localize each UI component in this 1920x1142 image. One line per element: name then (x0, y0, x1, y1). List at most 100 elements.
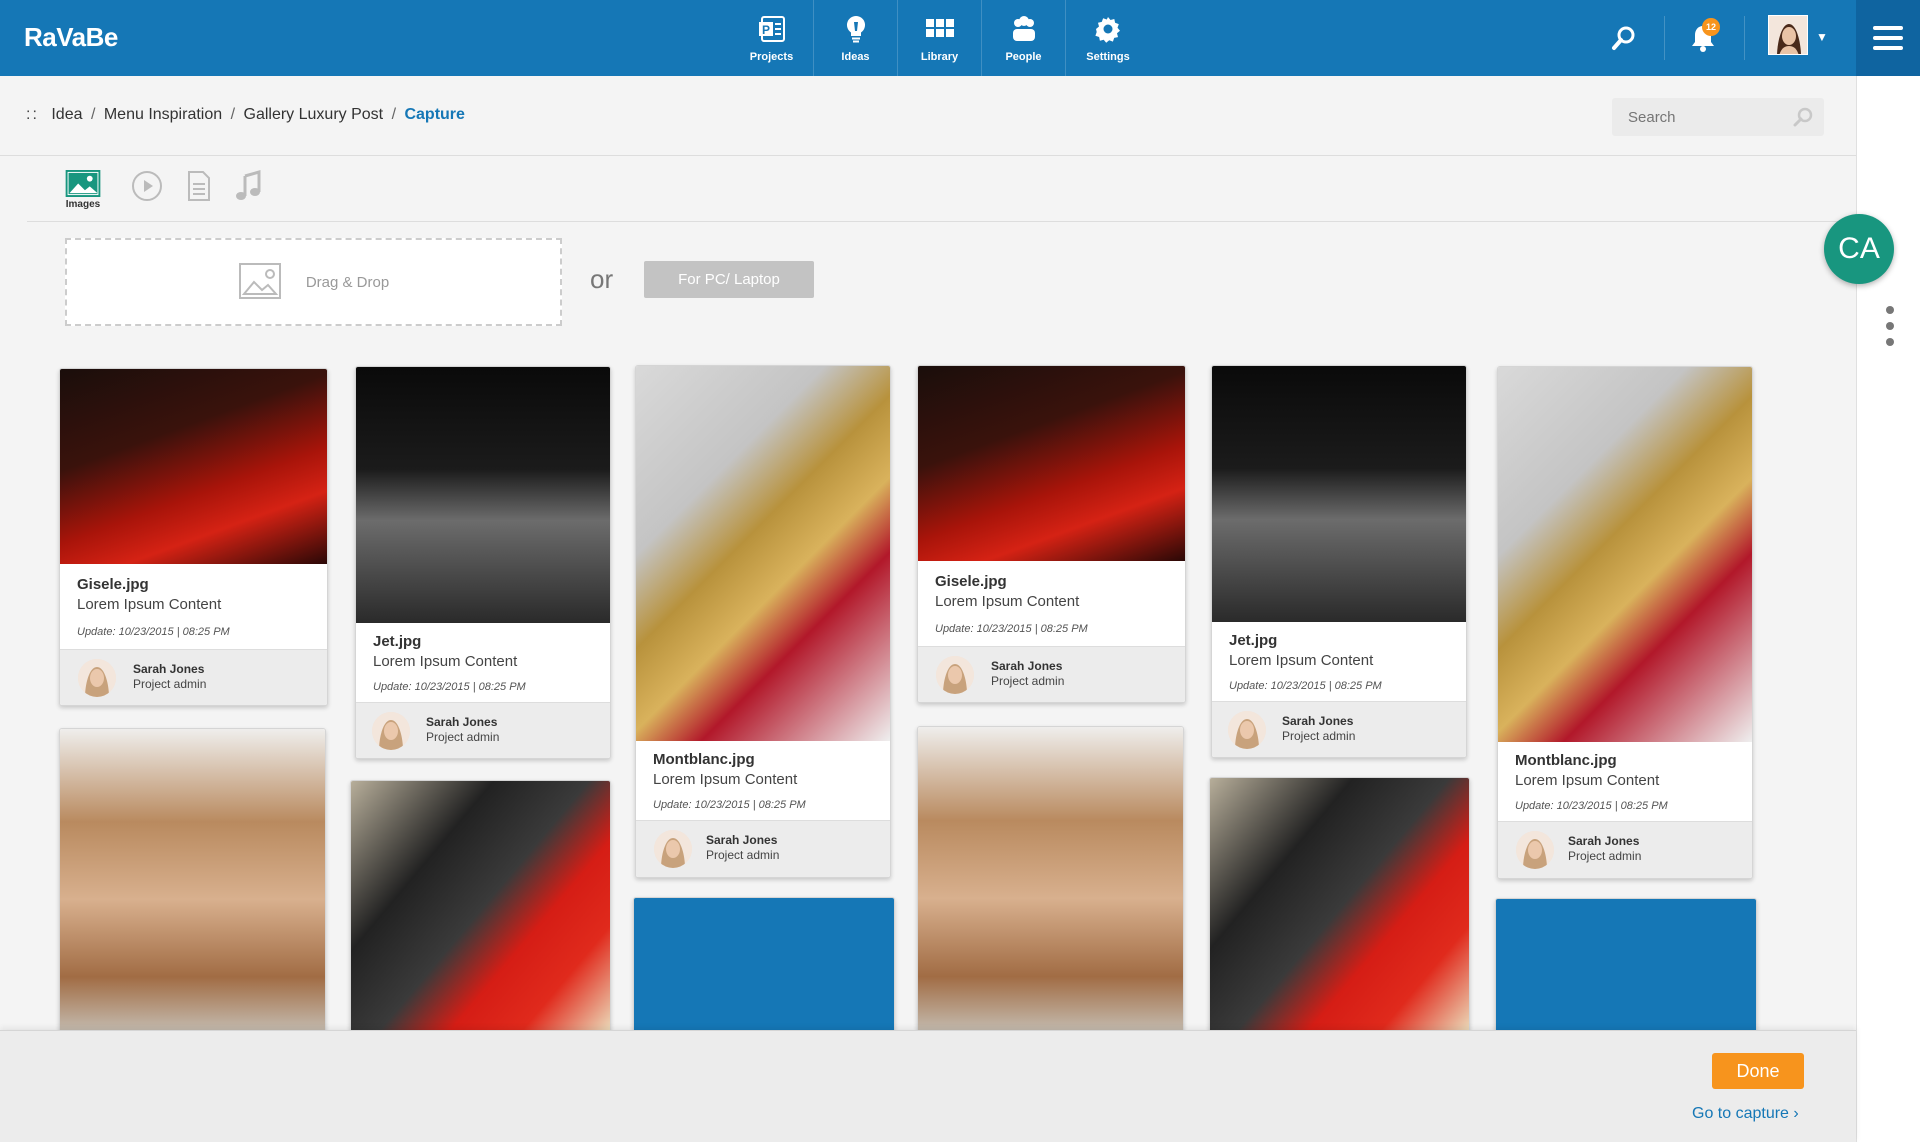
card-image-jet (1212, 366, 1466, 622)
author-avatar (936, 656, 974, 694)
people-icon (1012, 16, 1035, 41)
breadcrumb-item-idea[interactable]: Idea (51, 106, 82, 123)
nav-people[interactable]: People (982, 0, 1066, 76)
tab-documents[interactable] (179, 170, 219, 210)
card-update-time: Update: 10/23/2015 | 08:25 PM (653, 799, 806, 811)
breadcrumb-item-menu-inspiration[interactable]: Menu Inspiration (104, 106, 222, 123)
drag-drop-label: Drag & Drop (305, 273, 390, 291)
author-role: Project admin (1282, 729, 1356, 743)
card-body: Gisele.jpg Lorem Ipsum Content Update: 1… (60, 564, 327, 649)
media-type-tabs: Images (27, 156, 1856, 222)
card-body: Jet.jpg Lorem Ipsum Content Update: 10/2… (356, 623, 610, 702)
card-image-blue (1496, 899, 1756, 1037)
card-title: Montblanc.jpg (653, 751, 755, 768)
upload-from-pc-button[interactable]: For PC/ Laptop (644, 261, 814, 298)
image-card[interactable] (59, 728, 326, 1038)
more-options-icon[interactable] (1883, 306, 1897, 346)
card-image-perfume (918, 366, 1185, 561)
card-footer: Sarah Jones Project admin (1498, 821, 1752, 878)
author-name: Sarah Jones (706, 833, 778, 847)
app-logo[interactable]: RaVaBe (24, 22, 118, 53)
collaborator-avatar[interactable]: CA (1824, 214, 1894, 284)
nav-settings-label: Settings (1086, 51, 1130, 63)
author-role: Project admin (426, 730, 500, 744)
tab-audio[interactable] (229, 170, 269, 210)
top-navigation-bar: RaVaBe P Projects Ideas Library People S… (0, 0, 1920, 76)
done-button[interactable]: Done (1712, 1053, 1804, 1089)
tab-video[interactable] (127, 170, 167, 210)
tab-images[interactable]: Images (63, 170, 103, 210)
card-description: Lorem Ipsum Content (653, 771, 798, 788)
author-role: Project admin (706, 848, 780, 862)
go-to-capture-link[interactable]: Go to capture › (1692, 1105, 1799, 1123)
author-role: Project admin (991, 674, 1065, 688)
breadcrumb-separator: / (391, 106, 397, 123)
image-card[interactable]: Jet.jpg Lorem Ipsum Content Update: 10/2… (1211, 365, 1467, 758)
image-card[interactable] (917, 726, 1184, 1038)
nav-projects-label: Projects (749, 51, 794, 63)
card-image-portrait (60, 729, 325, 1037)
card-image-ferrari (351, 781, 610, 1037)
breadcrumb-bar: :: Idea / Menu Inspiration / Gallery Lux… (0, 76, 1856, 156)
card-image-portrait (918, 727, 1183, 1037)
image-card[interactable] (1209, 777, 1470, 1038)
author-name: Sarah Jones (1282, 714, 1354, 728)
card-description: Lorem Ipsum Content (77, 596, 222, 613)
user-avatar[interactable] (1768, 15, 1808, 55)
card-body: Gisele.jpg Lorem Ipsum Content Update: 1… (918, 561, 1185, 646)
card-update-time: Update: 10/23/2015 | 08:25 PM (1229, 680, 1382, 692)
user-menu-caret-icon[interactable]: ▼ (1816, 30, 1828, 44)
breadcrumb-prefix: :: (26, 106, 39, 123)
image-card[interactable] (633, 897, 895, 1038)
image-card[interactable]: Montblanc.jpg Lorem Ipsum Content Update… (635, 365, 891, 878)
author-name: Sarah Jones (133, 662, 205, 676)
breadcrumb-item-gallery-luxury-post[interactable]: Gallery Luxury Post (244, 106, 384, 123)
image-card[interactable]: Gisele.jpg Lorem Ipsum Content Update: 1… (917, 365, 1186, 703)
card-title: Jet.jpg (373, 633, 422, 650)
image-card[interactable]: Gisele.jpg Lorem Ipsum Content Update: 1… (59, 368, 328, 706)
nav-library[interactable]: Library (898, 0, 982, 76)
author-name: Sarah Jones (991, 659, 1063, 673)
nav-projects[interactable]: P Projects (730, 0, 814, 76)
gear-icon (1095, 17, 1120, 43)
tab-images-label: Images (65, 199, 101, 210)
image-icon (65, 170, 101, 197)
card-update-time: Update: 10/23/2015 | 08:25 PM (1515, 800, 1668, 812)
breadcrumb-separator: / (230, 106, 236, 123)
author-avatar (78, 659, 116, 697)
drag-drop-zone[interactable]: Drag & Drop (65, 238, 562, 326)
card-footer: Sarah Jones Project admin (918, 646, 1185, 702)
search-icon[interactable] (1792, 106, 1814, 128)
breadcrumb: :: Idea / Menu Inspiration / Gallery Lux… (26, 106, 465, 124)
image-card[interactable]: Montblanc.jpg Lorem Ipsum Content Update… (1497, 366, 1753, 879)
card-footer: Sarah Jones Project admin (356, 702, 610, 758)
image-card[interactable] (350, 780, 611, 1038)
nav-ideas[interactable]: Ideas (814, 0, 898, 76)
card-image-ferrari (1210, 778, 1469, 1037)
user-portrait-icon (1769, 16, 1807, 54)
card-body: Montblanc.jpg Lorem Ipsum Content Update… (636, 741, 890, 820)
card-update-time: Update: 10/23/2015 | 08:25 PM (77, 626, 230, 638)
card-description: Lorem Ipsum Content (373, 653, 518, 670)
card-footer: Sarah Jones Project admin (1212, 701, 1466, 757)
author-name: Sarah Jones (426, 715, 498, 729)
author-avatar (372, 712, 410, 750)
nav-settings[interactable]: Settings (1066, 0, 1150, 76)
card-title: Gisele.jpg (935, 573, 1007, 590)
play-circle-icon (132, 171, 162, 201)
breadcrumb-separator: / (90, 106, 96, 123)
document-icon (188, 171, 210, 201)
image-card[interactable]: Jet.jpg Lorem Ipsum Content Update: 10/2… (355, 366, 611, 759)
nav-library-label: Library (920, 51, 959, 63)
hamburger-menu-icon[interactable] (1856, 0, 1920, 76)
main-nav: P Projects Ideas Library People Settings (730, 0, 1150, 76)
image-upload-icon (238, 263, 281, 299)
search-box (1612, 98, 1824, 136)
card-image-blue (634, 898, 894, 1037)
card-footer: Sarah Jones Project admin (636, 820, 890, 877)
image-card[interactable] (1495, 898, 1757, 1038)
author-role: Project admin (133, 677, 207, 691)
search-icon[interactable] (1608, 22, 1640, 54)
card-description: Lorem Ipsum Content (1515, 772, 1660, 789)
card-update-time: Update: 10/23/2015 | 08:25 PM (373, 681, 526, 693)
